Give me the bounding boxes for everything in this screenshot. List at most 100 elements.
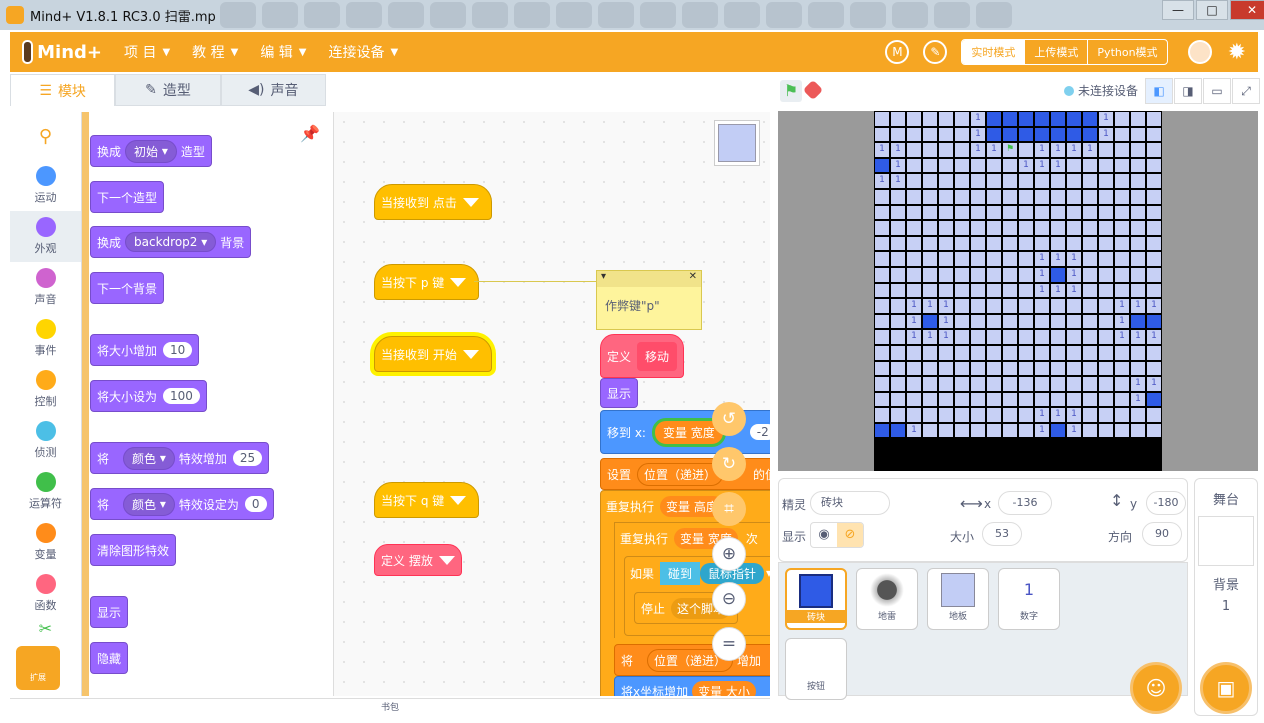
board-cell[interactable] xyxy=(1098,235,1114,252)
board-cell[interactable]: 1 xyxy=(1066,282,1082,299)
board-cell[interactable] xyxy=(938,360,954,377)
board-cell[interactable] xyxy=(874,391,890,408)
board-cell[interactable] xyxy=(1098,422,1114,439)
board-cell[interactable]: 1 xyxy=(906,329,922,345)
board-cell[interactable] xyxy=(970,235,986,252)
redo-icon[interactable]: ↻ xyxy=(712,447,746,481)
board-cell[interactable] xyxy=(954,220,970,236)
board-cell[interactable] xyxy=(970,173,986,189)
define-place-block[interactable]: 定义 摆放 xyxy=(374,544,462,576)
board-cell[interactable] xyxy=(1050,220,1066,236)
board-cell[interactable] xyxy=(954,376,970,392)
board-cell[interactable]: 1 xyxy=(1114,329,1130,345)
board-cell[interactable] xyxy=(1002,407,1018,423)
board-cell[interactable] xyxy=(922,376,938,392)
board-cell[interactable] xyxy=(1018,173,1034,189)
board-cell[interactable] xyxy=(1098,391,1114,408)
board-cell[interactable] xyxy=(1146,360,1162,377)
board-cell[interactable] xyxy=(986,111,1002,127)
board-cell[interactable] xyxy=(1066,111,1082,127)
y-field[interactable]: -180 xyxy=(1146,491,1186,515)
hat-receive-click[interactable]: 当接收到 点击 xyxy=(374,184,492,220)
category-control[interactable]: 控制 xyxy=(10,364,81,415)
board-cell[interactable] xyxy=(1130,142,1146,158)
script-area[interactable]: 当接收到 点击 当按下 p 键 当接收到 开始 当按下 q 键 定义 摆放 ▾ ✕… xyxy=(334,112,770,696)
board-cell[interactable] xyxy=(970,266,986,283)
board-cell[interactable] xyxy=(922,111,938,127)
board-cell[interactable]: 1 xyxy=(1146,376,1162,392)
category-looks[interactable]: 外观 xyxy=(10,211,81,262)
board-cell[interactable] xyxy=(1098,329,1114,345)
board-cell[interactable] xyxy=(874,329,890,345)
board-cell[interactable] xyxy=(1098,360,1114,377)
board-cell[interactable] xyxy=(954,235,970,252)
board-cell[interactable] xyxy=(954,407,970,423)
board-cell[interactable] xyxy=(938,407,954,423)
board-cell[interactable] xyxy=(906,220,922,236)
board-cell[interactable] xyxy=(954,298,970,314)
comment-note[interactable]: ▾ ✕ 作弊键"p" xyxy=(596,270,702,330)
board-cell[interactable] xyxy=(954,313,970,330)
board-cell[interactable]: 1 xyxy=(1130,391,1146,408)
board-cell[interactable] xyxy=(1002,266,1018,283)
block-change-effect[interactable]: 将颜色 ▾ 特效增加 25 xyxy=(90,442,270,474)
board-cell[interactable] xyxy=(1082,376,1098,392)
board-cell[interactable] xyxy=(970,157,986,174)
board-cell[interactable] xyxy=(1002,204,1018,221)
board-cell[interactable] xyxy=(890,266,906,283)
board-cell[interactable]: 1 xyxy=(922,329,938,345)
undo-icon[interactable]: ↺ xyxy=(712,402,746,436)
crop-icon[interactable]: ⌗ xyxy=(712,492,746,526)
board-cell[interactable] xyxy=(1018,313,1034,330)
board-cell[interactable] xyxy=(1146,282,1162,299)
category-sound[interactable]: 声音 xyxy=(10,262,81,313)
board-cell[interactable] xyxy=(1002,126,1018,143)
board-cell[interactable] xyxy=(1002,298,1018,314)
board-cell[interactable] xyxy=(1018,251,1034,267)
board-cell[interactable] xyxy=(1018,282,1034,299)
board-cell[interactable] xyxy=(1002,235,1018,252)
board-cell[interactable] xyxy=(1082,157,1098,174)
board-cell[interactable] xyxy=(890,204,906,221)
board-cell[interactable] xyxy=(1114,188,1130,205)
board-cell[interactable] xyxy=(890,360,906,377)
eye-icon[interactable]: ◉ xyxy=(811,523,837,547)
board-cell[interactable] xyxy=(890,220,906,236)
board-cell[interactable] xyxy=(890,282,906,299)
board-cell[interactable]: 1 xyxy=(922,298,938,314)
board-cell[interactable] xyxy=(922,157,938,174)
board-cell[interactable] xyxy=(1098,298,1114,314)
board-cell[interactable] xyxy=(1002,422,1018,439)
board-cell[interactable] xyxy=(1018,235,1034,252)
board-cell[interactable] xyxy=(1146,111,1162,127)
board-cell[interactable] xyxy=(1050,188,1066,205)
board-cell[interactable]: 1 xyxy=(874,173,890,189)
board-cell[interactable] xyxy=(954,422,970,439)
board-cell[interactable]: 1 xyxy=(938,329,954,345)
board-cell[interactable] xyxy=(874,422,890,439)
board-cell[interactable] xyxy=(1146,188,1162,205)
board-cell[interactable]: 1 xyxy=(1034,407,1050,423)
board-cell[interactable]: 1 xyxy=(1130,329,1146,345)
board-cell[interactable] xyxy=(970,282,986,299)
board-cell[interactable] xyxy=(1050,298,1066,314)
board-cell[interactable] xyxy=(1034,376,1050,392)
zoom-reset-icon[interactable]: = xyxy=(712,627,746,661)
board-cell[interactable] xyxy=(1146,391,1162,408)
full-layout-icon[interactable]: ▭ xyxy=(1203,78,1231,104)
board-cell[interactable] xyxy=(986,235,1002,252)
board-cell[interactable] xyxy=(874,376,890,392)
board-cell[interactable] xyxy=(1082,391,1098,408)
board-cell[interactable] xyxy=(1098,376,1114,392)
board-cell[interactable] xyxy=(1050,360,1066,377)
menu-edit[interactable]: 编 辑 ▼ xyxy=(260,42,306,62)
board-cell[interactable] xyxy=(922,282,938,299)
board-cell[interactable] xyxy=(906,142,922,158)
menu-project[interactable]: 项 目 ▼ xyxy=(124,42,170,62)
board-cell[interactable] xyxy=(970,204,986,221)
size-field[interactable]: 53 xyxy=(982,522,1022,546)
board-cell[interactable] xyxy=(938,126,954,143)
board-cell[interactable] xyxy=(986,391,1002,408)
board-cell[interactable] xyxy=(986,407,1002,423)
gear-icon[interactable]: ✹ xyxy=(1228,40,1246,65)
